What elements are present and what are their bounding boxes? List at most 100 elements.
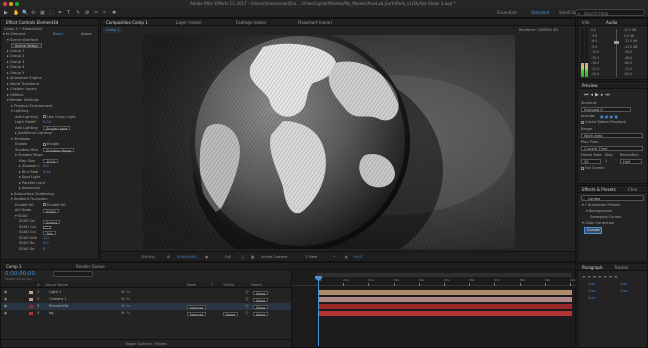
layer-name[interactable]: bg	[49, 310, 54, 317]
visibility-eye-icon[interactable]: ◉	[4, 296, 7, 303]
comp-sub-tab[interactable]: Comp 1	[103, 27, 123, 33]
workspace-tab[interactable]: Essentials	[497, 9, 517, 17]
effect-control-row[interactable]: ▸ Group 5	[1, 71, 98, 76]
effect-control-row[interactable]: ▸ Group 4	[1, 65, 98, 70]
effect-control-row[interactable]: AO Mode SSAO	[1, 208, 98, 214]
timeline-column-header[interactable]: Mode	[187, 282, 196, 288]
effect-control-row[interactable]: ▾ Ambient Occlusion	[1, 197, 98, 202]
layer-label-color[interactable]	[29, 298, 33, 301]
tool-icon[interactable]: ✱	[112, 10, 116, 16]
volume-slider-track[interactable]	[616, 29, 617, 77]
effect-control-value[interactable]: 0.80	[43, 170, 51, 175]
layer-duration-bar[interactable]	[318, 304, 572, 309]
effect-control-value[interactable]: 0.0	[43, 164, 49, 169]
checkbox-box[interactable]	[43, 142, 46, 146]
effect-control-value[interactable]: 0.00	[43, 120, 51, 125]
layer-name[interactable]: Camera 1	[49, 296, 67, 303]
effect-control-row[interactable]: Add Lighting Use Comp Light	[1, 115, 98, 120]
effects-presets-item[interactable]: ▾ Backgrounds	[584, 209, 614, 214]
info-panel-tab[interactable]: Audio	[603, 19, 620, 26]
effect-control-row[interactable]: ▸ Group 3	[1, 60, 98, 65]
effect-control-dropdown[interactable]: Tint	[43, 230, 56, 236]
effect-control-checkbox[interactable]: Enable AO	[43, 203, 66, 208]
last-frame-icon[interactable]: ⏭	[605, 92, 612, 98]
workspace-tab[interactable]: Standard	[531, 9, 549, 17]
tool-icon[interactable]: ⚙	[85, 10, 89, 16]
effect-control-row[interactable]: SSAO Col	[1, 225, 98, 230]
layer-label-color[interactable]	[29, 312, 33, 315]
paragraph-value[interactable]: 0 px	[620, 289, 627, 294]
effect-control-checkbox[interactable]: Use Comp Light	[43, 115, 75, 120]
about-link[interactable]: About	[81, 32, 92, 37]
effect-control-row[interactable]: ▸ Spot Light	[1, 175, 98, 180]
views-dropdown[interactable]: 1 View	[305, 252, 317, 262]
effect-control-row[interactable]: ▸ Shadow C 0.0	[1, 164, 98, 169]
effect-control-dropdown[interactable]: 1024	[43, 159, 59, 164]
timeline-column-header[interactable]: Source Name	[45, 282, 68, 288]
layer-parent-dropdown[interactable]: None	[253, 311, 269, 317]
layer-parent-dropdown[interactable]: None	[253, 297, 269, 303]
effect-control-row[interactable]: ▸ Animation Engine	[1, 76, 98, 81]
paragraph-tab[interactable]: Tracker	[611, 264, 631, 271]
renderer-readout[interactable]: Renderer: CINEMA 4D	[519, 27, 558, 33]
comp-panel-tab[interactable]: Flowchart (none)	[295, 19, 335, 26]
parent-pick-whip-icon[interactable]: @	[245, 303, 249, 310]
effect-control-dropdown[interactable]: Single Light	[43, 126, 71, 131]
layer-parent-dropdown[interactable]: None	[253, 290, 269, 296]
effect-control-row[interactable]: ▸ Additional Lighting	[1, 131, 98, 136]
parent-pick-whip-icon[interactable]: @	[245, 289, 249, 296]
effect-control-checkbox[interactable]: Enable	[43, 142, 59, 147]
layer-switches[interactable]: ✱ ⁄ fx	[121, 296, 130, 303]
tool-icon[interactable]: ✂	[94, 10, 98, 16]
effect-control-row[interactable]: ▾ Shadow Maps	[1, 153, 98, 158]
effects-presets-item[interactable]: ▾ * Animation Presets	[580, 203, 622, 208]
paragraph-value[interactable]: 0 px	[588, 296, 595, 301]
timeline-graph[interactable]: 0s01s02s03s04s05s06s07s08s09s10s	[291, 271, 576, 347]
effect-control-row[interactable]: ▸ Parallel Light	[1, 181, 98, 186]
effect-control-row[interactable]: SSAO Col Tint	[1, 230, 98, 236]
effect-control-row[interactable]: Light Falloff 0.00	[1, 120, 98, 125]
effect-control-row[interactable]: ▸ Custom Layers	[1, 87, 98, 92]
tool-icon[interactable]: ⬚	[49, 10, 54, 16]
effect-control-row[interactable]: ▸ Group 1	[1, 49, 98, 54]
effect-control-row[interactable]: Enable Enable	[1, 142, 98, 147]
tool-icon[interactable]: 🔍	[22, 10, 28, 16]
layer-mode-dropdown[interactable]: Normal	[187, 311, 207, 317]
table-row[interactable]: ◉ 2 Camera 1 ✱ ⁄ fx @ None	[1, 296, 291, 303]
time-ruler[interactable]: 0s01s02s03s04s05s06s07s08s09s10s	[292, 278, 576, 286]
effect-control-row[interactable]: ▸ Physical Environment	[1, 104, 98, 109]
close-window-icon[interactable]	[3, 2, 7, 6]
camera-dropdown[interactable]: Active Camera	[261, 252, 287, 262]
effects-presets-item[interactable]: Sweeping Curves	[588, 215, 623, 220]
effects-presets-tab[interactable]: Char	[625, 186, 640, 193]
checkbox-box[interactable]	[43, 203, 46, 206]
tool-icon[interactable]: ▦	[40, 10, 45, 16]
info-panel-tab[interactable]: Info	[579, 19, 593, 26]
frame-rate-dropdown[interactable]: 30	[581, 159, 601, 164]
paragraph-tab[interactable]: Paragraph	[579, 264, 606, 271]
layer-name[interactable]: Light 1	[49, 289, 61, 296]
zoom-dropdown[interactable]: (59.4%)	[141, 252, 155, 262]
paragraph-value[interactable]: 0 px	[588, 282, 595, 287]
toggle-switches-modes[interactable]: Toggle Switches / Modes	[1, 339, 291, 347]
tab-effect-controls[interactable]: Effect Controls Element3d	[3, 19, 61, 26]
snapshot-icon[interactable]: ◉	[205, 252, 208, 262]
layer-name[interactable]: Element3d	[49, 303, 68, 310]
visibility-eye-icon[interactable]: ◉	[4, 310, 7, 317]
effect-control-row[interactable]: Map Size 1024	[1, 159, 98, 164]
layer-duration-bar[interactable]	[318, 311, 572, 316]
tool-icon[interactable]: T	[67, 10, 70, 16]
effect-control-dropdown[interactable]: SSAO	[43, 208, 59, 214]
layer-duration-bar[interactable]	[318, 290, 572, 295]
effects-presets-item[interactable]: ▾ Color Correction	[580, 221, 616, 226]
scene-setup-button[interactable]: Scene Setup	[11, 43, 42, 48]
layer-label-color[interactable]	[29, 291, 33, 294]
tool-icon[interactable]: ✋	[13, 10, 19, 16]
reset-link[interactable]: Reset	[53, 32, 63, 37]
effect-control-row[interactable]: Add Lighting Single Light	[1, 126, 98, 131]
effect-control-row[interactable]: ▸ Advanced	[1, 186, 98, 191]
cache-before-playback[interactable]: Cache Before Playback	[581, 120, 626, 125]
exposure-icon[interactable]: ◐	[345, 252, 348, 262]
comp-viewer[interactable]	[143, 35, 515, 249]
effect-control-row[interactable]: ▸ World Transform	[1, 82, 98, 87]
